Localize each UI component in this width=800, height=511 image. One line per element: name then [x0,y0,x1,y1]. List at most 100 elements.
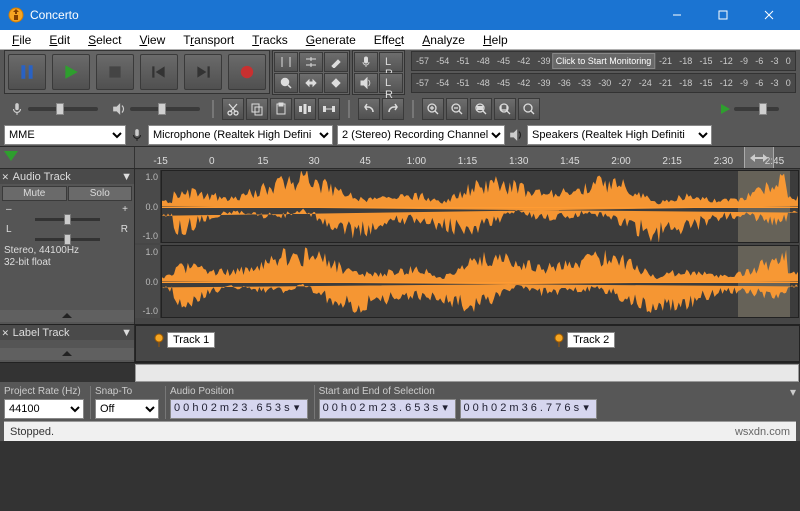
waveform-channel-right[interactable] [161,245,799,318]
playback-volume-group [106,102,206,116]
snap-to-select[interactable]: Off [95,399,159,419]
menu-effect[interactable]: Effect [366,32,412,48]
window-minimize-button[interactable] [654,0,700,30]
track-menu-button[interactable]: ▼ [121,171,132,183]
menu-help[interactable]: Help [475,32,516,48]
audio-host-select[interactable]: MME [4,125,126,145]
label-marker-2[interactable]: Track 2 [554,332,615,348]
copy-button[interactable] [246,98,268,120]
edit-toolbar [220,98,342,120]
recording-meter[interactable]: -57-54-51-48-45-42-39-36-33-30-27-24-21-… [411,51,796,71]
undo-button[interactable] [358,98,380,120]
label-marker-1[interactable]: Track 1 [154,332,215,348]
window-titlebar: Concerto [0,0,800,30]
input-device-select[interactable]: Microphone (Realtek High Defini [148,125,333,145]
fit-selection-button[interactable] [470,98,492,120]
menu-analyze[interactable]: Analyze [414,32,473,48]
input-device-icon [130,128,144,142]
multi-tool-button[interactable] [324,73,348,93]
solo-button[interactable]: Solo [68,186,133,201]
playback-speed-slider[interactable] [734,107,779,111]
amp-scale-left-ch: 1.00.0-1.0 [135,170,161,243]
paste-button[interactable] [270,98,292,120]
meter-icon-group: LR LR [352,50,405,95]
recording-channels-select[interactable]: 2 (Stereo) Recording Channels [337,125,505,145]
window-maximize-button[interactable] [700,0,746,30]
menu-edit[interactable]: Edit [41,32,78,48]
draw-tool-button[interactable] [324,52,348,72]
menu-generate[interactable]: Generate [298,32,364,48]
fit-project-button[interactable] [494,98,516,120]
selection-end-field[interactable]: 0 0 h 0 2 m 3 6 . 7 7 6 s▾ [460,399,598,419]
label-text[interactable]: Track 1 [167,332,215,348]
track-menu-button[interactable]: ▼ [121,327,132,339]
tool-palette [272,50,350,95]
skip-start-button[interactable] [140,54,178,90]
output-device-icon [509,128,523,142]
amp-scale-right-ch: 1.00.0-1.0 [135,245,161,318]
cut-button[interactable] [222,98,244,120]
mute-button[interactable]: Mute [2,186,67,201]
skip-end-button[interactable] [184,54,222,90]
project-rate-label: Project Rate (Hz) [4,386,84,399]
track-rate-label: Stereo, 44100Hz [4,245,132,257]
scrub-region-handle[interactable] [744,147,774,168]
play-meter-speaker-icon [354,73,378,93]
status-text: Stopped. [10,426,54,438]
label-track-canvas[interactable]: Track 1 Track 2 [135,325,800,362]
play-at-speed-button[interactable] [721,104,730,114]
timeline-ruler[interactable]: -1501530451:001:151:301:452:002:152:302:… [135,147,800,168]
playback-volume-slider[interactable] [130,107,200,111]
playhead-indicator[interactable] [4,151,18,161]
selection-mode-dropdown[interactable]: ▾ [790,385,796,399]
close-track-button[interactable]: ✕ [2,170,9,183]
record-button[interactable] [228,54,266,90]
project-rate-select[interactable]: 44100 [4,399,84,419]
record-volume-slider[interactable] [28,107,98,111]
app-icon [8,7,24,23]
pause-button[interactable] [8,54,46,90]
output-device-select[interactable]: Speakers (Realtek High Definiti [527,125,712,145]
selection-toolbar: Project Rate (Hz) 44100 Snap-To Off Audi… [0,382,800,441]
label-text[interactable]: Track 2 [567,332,615,348]
play-at-speed-group [721,98,796,120]
silence-button[interactable] [318,98,340,120]
gain-slider[interactable] [35,218,100,221]
close-track-button[interactable]: ✕ [2,326,9,339]
mic-icon [10,102,24,116]
rec-meter-level-icon: LR [379,52,403,72]
envelope-tool-button[interactable] [299,52,323,72]
selection-start-field[interactable]: 0 0 h 0 2 m 2 3 . 6 5 3 s▾ [319,399,457,419]
menu-file[interactable]: FFileile [4,32,39,48]
menu-select[interactable]: Select [80,32,129,48]
menu-tracks[interactable]: Tracks [244,32,296,48]
redo-button[interactable] [382,98,404,120]
play-button[interactable] [52,54,90,90]
playback-meter[interactable]: -57-54-51-48-45-42-39-36-33-30-27-24-21-… [411,73,796,93]
zoom-out-button[interactable] [446,98,468,120]
pan-slider[interactable] [35,238,100,241]
trim-button[interactable] [294,98,316,120]
menu-view[interactable]: View [131,32,173,48]
menu-bar: FFileile Edit Select View Transport Trac… [0,30,800,50]
timeline-ruler-row: -1501530451:001:151:301:452:002:152:302:… [0,147,800,169]
collapse-track-button[interactable] [0,348,134,360]
audio-position-field[interactable]: 0 0 h 0 2 m 2 3 . 6 5 3 s▾ [170,399,308,419]
zoom-in-button[interactable] [422,98,444,120]
horizontal-scrollbar[interactable] [135,364,799,382]
selection-mode-label: Start and End of Selection [319,386,782,399]
collapse-track-button[interactable] [0,310,134,322]
window-close-button[interactable] [746,0,792,30]
play-meter-level-icon: LR [379,73,403,93]
stop-button[interactable] [96,54,134,90]
zoom-tool-button[interactable] [274,73,298,93]
menu-transport[interactable]: Transport [175,32,242,48]
monitoring-prompt-label[interactable]: Click to Start Monitoring [552,53,656,69]
transport-toolbar [4,50,270,94]
label-track-row: ✕ Label Track ▼ Track 1 Track 2 [0,325,800,363]
waveform-channel-left[interactable] [161,170,799,243]
window-title: Concerto [30,8,654,22]
zoom-toggle-button[interactable] [518,98,540,120]
timeshift-tool-button[interactable] [299,73,323,93]
selection-tool-button[interactable] [274,52,298,72]
